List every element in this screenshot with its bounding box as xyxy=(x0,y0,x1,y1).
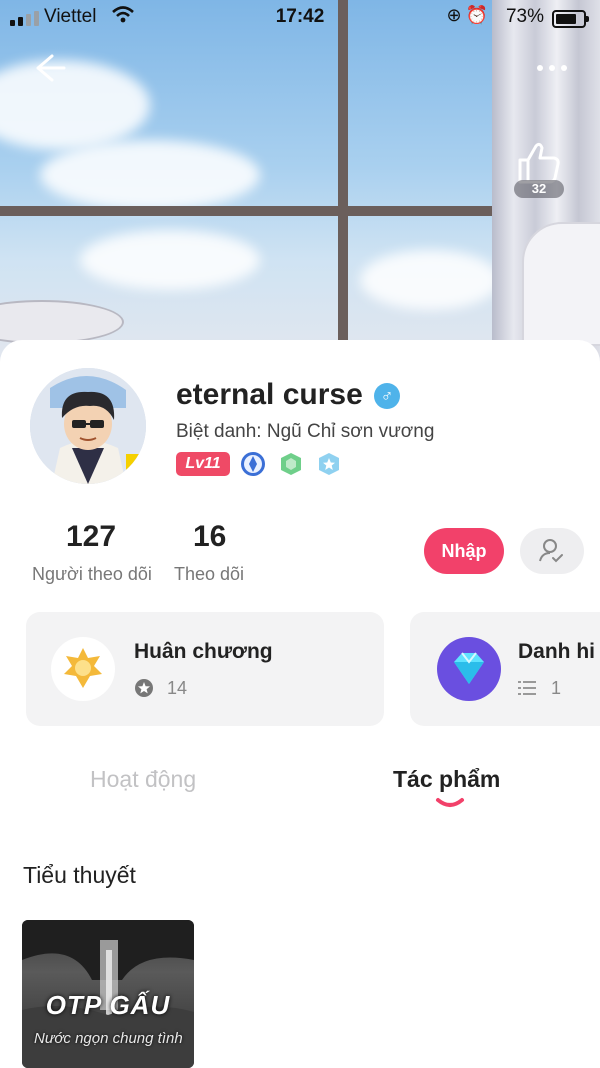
battery-percentage: 73% xyxy=(505,6,544,27)
hexagon-badge-icon[interactable] xyxy=(278,451,304,477)
follow-user-button[interactable] xyxy=(520,528,584,574)
cover-image xyxy=(0,0,600,370)
medals-title: Huân chương xyxy=(134,640,273,663)
following-label[interactable]: Theo dõi xyxy=(174,564,244,585)
username: eternal curse xyxy=(176,378,363,411)
titles-count: 1 xyxy=(551,678,562,698)
book-subtitle: Nước ngọn chung tình xyxy=(34,1030,183,1047)
tab-works[interactable]: Tác phẩm xyxy=(393,766,500,793)
male-gender-icon: ♂ xyxy=(374,383,400,409)
enter-button[interactable]: Nhập xyxy=(424,528,504,574)
nickname: Biệt danh: Ngũ Chỉ sơn vương xyxy=(176,421,435,442)
like-count: 32 xyxy=(514,180,564,198)
book-title: OTP GẤU xyxy=(45,990,171,1020)
more-options-button[interactable] xyxy=(530,54,574,82)
medal-icon xyxy=(51,637,115,701)
medals-count: 14 xyxy=(167,678,188,698)
active-tab-indicator xyxy=(436,798,464,807)
user-check-icon xyxy=(539,539,563,563)
back-arrow-icon[interactable] xyxy=(28,50,68,86)
level-badge[interactable]: Lv11 xyxy=(176,452,230,476)
avatar[interactable] xyxy=(30,368,146,484)
pen-badge-icon[interactable] xyxy=(240,451,266,477)
tab-activity[interactable]: Hoạt động xyxy=(90,766,196,793)
titles-card[interactable]: Danh hi 1 xyxy=(410,612,600,726)
star-badge-icon[interactable] xyxy=(316,451,342,477)
medals-card[interactable]: Huân chương 14 xyxy=(26,612,384,726)
star-circle-icon xyxy=(135,679,153,697)
titles-title: Danh hi xyxy=(518,640,595,663)
list-icon xyxy=(518,681,536,695)
battery-icon xyxy=(552,10,589,28)
followers-label[interactable]: Người theo dõi xyxy=(32,564,152,585)
diamond-icon xyxy=(437,637,501,701)
book-cover[interactable]: OTP GẤU Nước ngọn chung tình xyxy=(22,920,194,1068)
alarm-icon: ⊕⏰ xyxy=(446,5,492,25)
section-title: Tiểu thuyết xyxy=(23,862,136,888)
following-count[interactable]: 16 xyxy=(193,520,226,554)
followers-count[interactable]: 127 xyxy=(66,520,116,554)
status-bar: Viettel 17:42 ⊕⏰ 73% xyxy=(0,0,600,34)
